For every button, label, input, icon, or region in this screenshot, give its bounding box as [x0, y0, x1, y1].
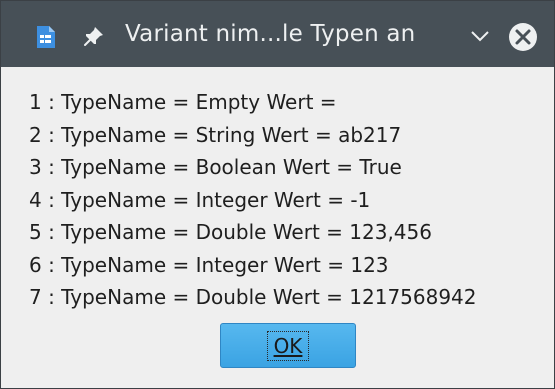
- message-dialog: Variant nim...le Typen an 1 : TypeName =…: [0, 0, 555, 389]
- ok-button[interactable]: OK: [220, 323, 356, 368]
- window-title: Variant nim...le Typen an: [125, 21, 416, 47]
- message-line: 2 : TypeName = String Wert = ab217: [29, 122, 402, 147]
- document-app-icon[interactable]: [35, 25, 57, 49]
- chevron-down-icon[interactable]: [469, 29, 491, 43]
- close-icon[interactable]: [507, 21, 539, 53]
- message-line: 1 : TypeName = Empty Wert =: [29, 90, 337, 114]
- title-bar[interactable]: Variant nim...le Typen an: [1, 1, 554, 67]
- pin-icon[interactable]: [83, 25, 105, 47]
- message-line: 4 : TypeName = Integer Wert = -1: [29, 187, 371, 212]
- message-line: 3 : TypeName = Boolean Wert = True: [29, 155, 402, 179]
- message-line: 7 : TypeName = Double Wert = 1217568942: [29, 285, 477, 309]
- message-line: 6 : TypeName = Integer Wert = 123: [29, 252, 389, 277]
- ok-button-label: OK: [266, 330, 310, 361]
- dialog-body: 1 : TypeName = Empty Wert = 2 : TypeName…: [1, 68, 554, 388]
- message-line: 5 : TypeName = Double Wert = 123,456: [29, 220, 432, 244]
- message-text: 1 : TypeName = Empty Wert = 2 : TypeName…: [29, 86, 477, 314]
